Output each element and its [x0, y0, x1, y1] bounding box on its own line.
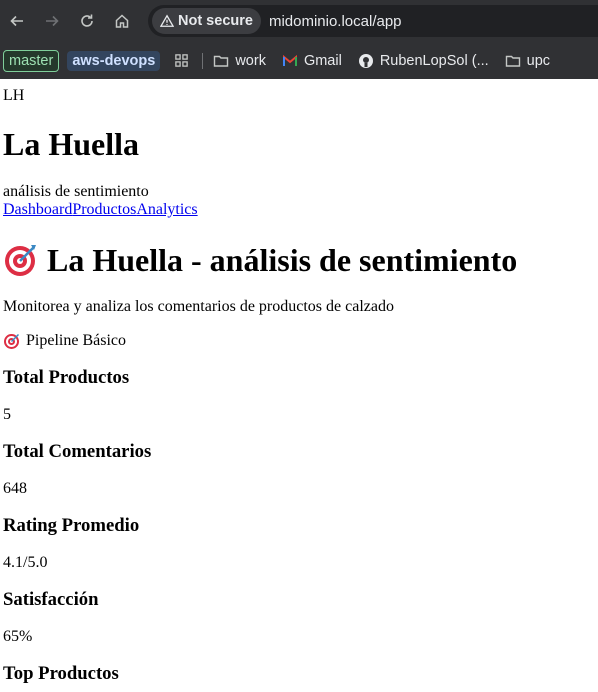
target-icon [3, 242, 39, 278]
gmail-icon [282, 54, 297, 66]
brand-title: La Huella [3, 126, 140, 162]
pipeline-label: Pipeline Básico [3, 332, 595, 350]
page-content: LH La Huella análisis de sentimiento Das… [0, 87, 598, 685]
section-title-top-productos: Top Productos [3, 663, 119, 684]
brand-subtitle: análisis de sentimiento [3, 183, 149, 200]
folder-icon [505, 55, 520, 67]
bookmark-label: upc [526, 52, 551, 69]
stat-title-satisfaccion: Satisfacción [3, 589, 99, 610]
reload-icon [81, 14, 93, 27]
back-button[interactable] [6, 10, 28, 32]
bookmark-folder-work[interactable]: work [213, 53, 266, 69]
warning-icon [160, 14, 174, 27]
bookmarks-bar: master aws-devops work Gmail RubenLopSol… [0, 42, 598, 79]
stat-value-rating-promedio: 4.1/5.0 [3, 554, 48, 571]
security-indicator[interactable]: Not secure [152, 8, 261, 34]
arrow-left-icon [10, 15, 23, 27]
browser-toolbar: Not secure midominio.local/app [0, 0, 598, 42]
stat-value-total-productos: 5 [3, 406, 11, 423]
apps-grid-icon[interactable] [172, 52, 190, 70]
forward-button[interactable] [41, 10, 63, 32]
stat-value-satisfaccion: 65% [3, 628, 33, 645]
pipeline-text: Pipeline Básico [26, 332, 126, 349]
stat-title-total-productos: Total Productos [3, 367, 130, 388]
arrow-right-icon [46, 15, 59, 27]
home-button[interactable] [111, 10, 133, 32]
security-label: Not secure [178, 13, 253, 29]
bookmark-label: work [235, 52, 266, 69]
nav-link-productos[interactable]: Productos [72, 201, 136, 218]
page-description: Monitorea y analiza los comentarios de p… [3, 298, 394, 315]
url-text: midominio.local/app [268, 12, 402, 30]
bookmark-divider [202, 52, 204, 69]
logo-text: LH [3, 87, 25, 104]
bookmark-gmail[interactable]: Gmail [282, 53, 342, 69]
address-bar[interactable]: Not secure midominio.local/app [148, 5, 598, 37]
browser-chrome: Not secure midominio.local/app master aw… [0, 0, 598, 79]
page-title: La Huella - análisis de sentimiento [3, 241, 595, 279]
home-icon [115, 14, 129, 28]
stat-title-rating-promedio: Rating Promedio [3, 515, 140, 536]
target-icon [3, 332, 21, 350]
nav-link-analytics[interactable]: Analytics [136, 201, 197, 218]
folder-icon [214, 55, 229, 67]
nav-link-dashboard[interactable]: Dashboard [3, 201, 72, 218]
stat-value-total-comentarios: 648 [3, 480, 27, 497]
bookmark-folder-upc[interactable]: upc [505, 53, 550, 69]
bookmark-label: RubenLopSol (... [379, 52, 489, 69]
main-nav: DashboardProductosAnalytics [3, 201, 595, 219]
bookmark-aws-devops[interactable]: aws-devops [67, 50, 161, 71]
page-title-text: La Huella - análisis de sentimiento [47, 242, 518, 278]
bookmark-master[interactable]: master [3, 49, 60, 72]
bookmark-label: Gmail [303, 52, 342, 69]
github-icon [358, 53, 373, 68]
reload-button[interactable] [76, 10, 98, 32]
stat-title-total-comentarios: Total Comentarios [3, 441, 152, 462]
bookmark-github[interactable]: RubenLopSol (... [358, 53, 489, 69]
